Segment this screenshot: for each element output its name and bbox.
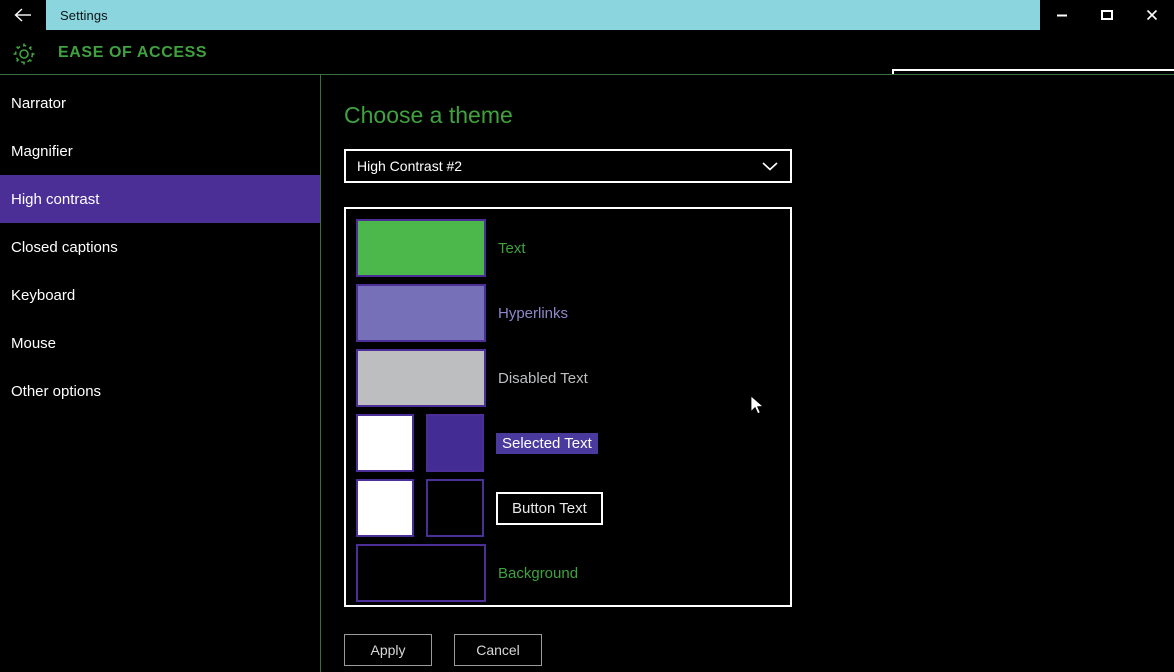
sidebar-item-high-contrast[interactable]: High contrast — [0, 175, 320, 223]
sidebar-item-closed-captions[interactable]: Closed captions — [0, 223, 320, 271]
preview-row-selected-text: Selected Text — [356, 414, 598, 472]
theme-select-dropdown[interactable]: High Contrast #2 — [344, 149, 792, 183]
swatch-button-text-foreground[interactable] — [356, 479, 414, 537]
preview-row-background: Background — [356, 544, 578, 602]
swatch-selected-text-foreground[interactable] — [356, 414, 414, 472]
sidebar-item-label: Keyboard — [11, 287, 75, 304]
chevron-down-icon — [761, 160, 779, 172]
sidebar-item-magnifier[interactable]: Magnifier — [0, 127, 320, 175]
preview-row-label: Background — [498, 565, 578, 582]
sidebar: Narrator Magnifier High contrast Closed … — [0, 75, 320, 672]
window-controls — [1040, 0, 1174, 30]
swatch-background-color[interactable] — [356, 544, 486, 602]
back-arrow-icon — [13, 7, 33, 23]
cancel-button[interactable]: Cancel — [454, 634, 542, 666]
sidebar-item-keyboard[interactable]: Keyboard — [0, 271, 320, 319]
swatch-hyperlink-color[interactable] — [356, 284, 486, 342]
preview-row-label: Selected Text — [496, 433, 598, 454]
sidebar-item-label: Narrator — [11, 95, 66, 112]
close-button[interactable] — [1129, 0, 1174, 30]
swatch-text-color[interactable] — [356, 219, 486, 277]
sidebar-item-label: Magnifier — [11, 143, 73, 160]
close-icon — [1146, 9, 1158, 21]
preview-row-label: Text — [498, 240, 526, 257]
theme-preview-panel: Text Hyperlinks Disabled Text Selected T… — [344, 207, 792, 607]
preview-row-label: Hyperlinks — [498, 305, 568, 322]
sidebar-item-label: High contrast — [11, 191, 99, 208]
sidebar-item-label: Mouse — [11, 335, 56, 352]
title-bar: Settings — [0, 0, 1174, 30]
minimize-button[interactable] — [1040, 0, 1085, 30]
maximize-button[interactable] — [1085, 0, 1130, 30]
app-header: EASE OF ACCESS — [0, 30, 1174, 74]
sidebar-item-narrator[interactable]: Narrator — [0, 79, 320, 127]
sidebar-item-other-options[interactable]: Other options — [0, 367, 320, 415]
main-content: Choose a theme High Contrast #2 Text Hyp… — [321, 75, 1174, 672]
sidebar-item-label: Closed captions — [11, 239, 118, 256]
title-strip: Settings — [46, 0, 1040, 30]
window-title: Settings — [60, 8, 108, 23]
preview-row-label: Button Text — [496, 492, 603, 525]
minimize-icon — [1056, 9, 1068, 21]
gear-icon — [11, 41, 37, 67]
page-category-title: EASE OF ACCESS — [58, 44, 207, 62]
sidebar-item-label: Other options — [11, 383, 101, 400]
swatch-disabled-text-color[interactable] — [356, 349, 486, 407]
action-buttons: Apply Cancel — [344, 634, 542, 666]
preview-row-hyperlinks: Hyperlinks — [356, 284, 568, 342]
preview-row-disabled-text: Disabled Text — [356, 349, 588, 407]
back-button[interactable] — [0, 0, 46, 30]
preview-row-text: Text — [356, 219, 526, 277]
swatch-selected-text-background[interactable] — [426, 414, 484, 472]
maximize-icon — [1101, 9, 1113, 21]
apply-button[interactable]: Apply — [344, 634, 432, 666]
theme-select-value: High Contrast #2 — [357, 158, 462, 174]
sidebar-item-mouse[interactable]: Mouse — [0, 319, 320, 367]
swatch-button-text-background[interactable] — [426, 479, 484, 537]
preview-row-label: Disabled Text — [498, 370, 588, 387]
preview-row-button-text: Button Text — [356, 479, 603, 537]
page-title: Choose a theme — [344, 102, 513, 129]
